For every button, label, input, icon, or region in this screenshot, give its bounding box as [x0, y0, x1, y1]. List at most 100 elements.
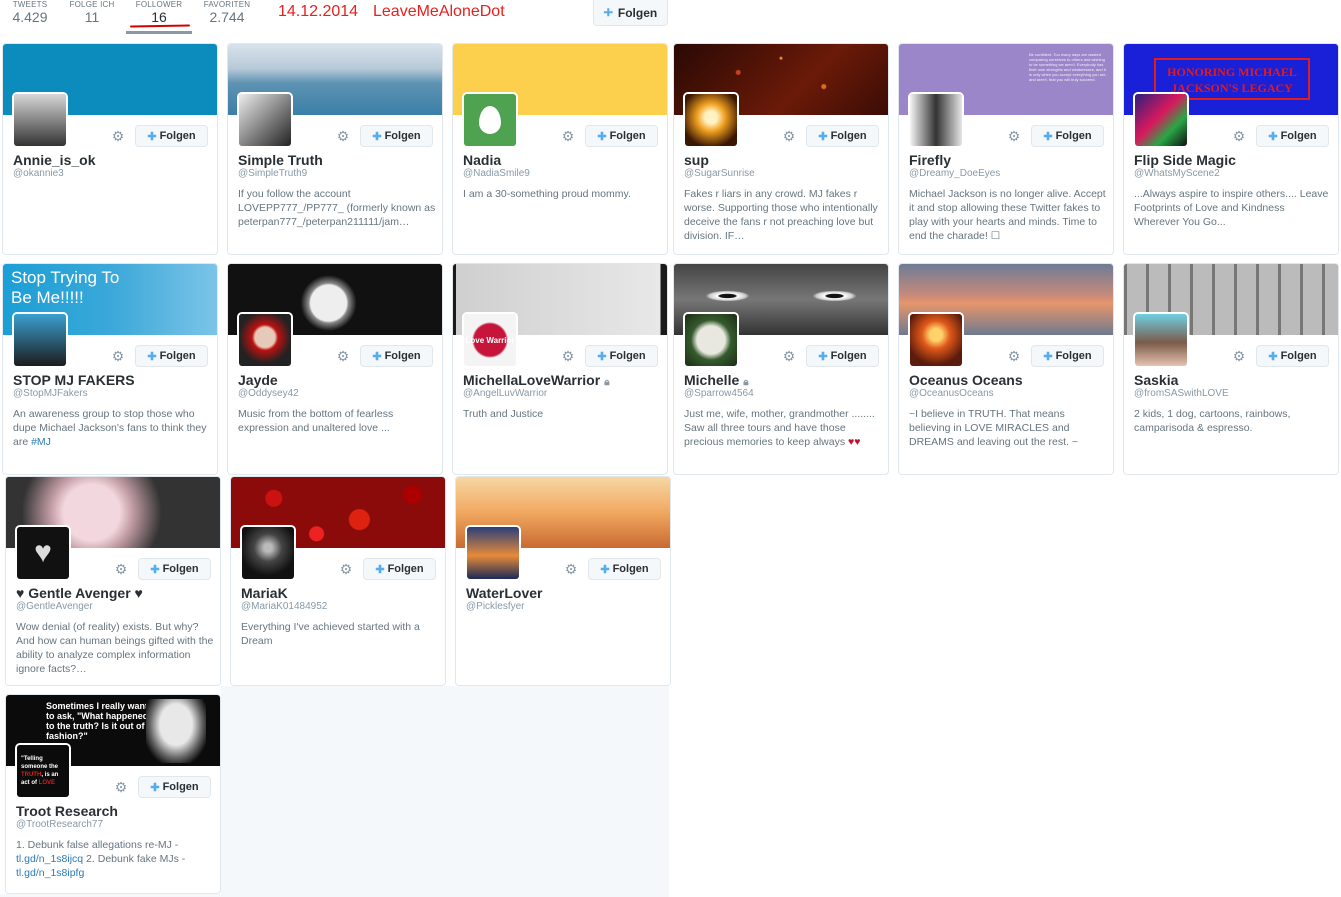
profile-handle[interactable]: @NadiaSmile9	[463, 168, 530, 179]
follow-button[interactable]: ✚ Folgen	[1031, 345, 1104, 367]
profile-name[interactable]: Simple Truth	[238, 152, 323, 168]
gear-icon[interactable]: ⚙	[1007, 349, 1021, 363]
avatar[interactable]	[465, 525, 521, 581]
profile-name[interactable]: Michelle 🔒︎	[684, 372, 749, 388]
profile-card[interactable]: ⚙ ✚ Folgen Nadia @NadiaSmile9 I am a 30-s…	[452, 43, 668, 255]
profile-handle[interactable]: @AngelLuvWarrior	[463, 388, 547, 399]
bio-link[interactable]: tl.gd/n_1s8ijcq	[16, 853, 83, 865]
avatar[interactable]	[240, 525, 296, 581]
profile-name[interactable]: sup	[684, 152, 709, 168]
gear-icon[interactable]: ⚙	[114, 562, 128, 576]
profile-name[interactable]: Firefly	[909, 152, 951, 168]
follow-button[interactable]: ✚ Folgen	[135, 345, 208, 367]
profile-name[interactable]: Flip Side Magic	[1134, 152, 1236, 168]
avatar[interactable]: ♥	[15, 525, 71, 581]
follow-button[interactable]: ✚ Folgen	[806, 125, 879, 147]
profile-name[interactable]: Annie_is_ok	[13, 152, 95, 168]
profile-handle[interactable]: @okannie3	[13, 168, 64, 179]
avatar[interactable]	[12, 92, 68, 148]
profile-handle[interactable]: @Oddysey42	[238, 388, 299, 399]
profile-card[interactable]: ⚙ ✚ Folgen Annie_is_ok @okannie3	[2, 43, 218, 255]
follow-button[interactable]: ✚ Folgen	[585, 125, 658, 147]
profile-handle[interactable]: @OceanusOceans	[909, 388, 994, 399]
follow-button[interactable]: ✚ Folgen	[138, 776, 211, 798]
profile-handle[interactable]: @MariaK01484952	[241, 601, 327, 612]
profile-handle[interactable]: @WhatsMyScene2	[1134, 168, 1220, 179]
profile-name[interactable]: Troot Research	[16, 803, 118, 819]
profile-name[interactable]: Oceanus Oceans	[909, 372, 1023, 388]
profile-follow-button[interactable]: ➕︎ Folgen	[593, 0, 668, 26]
bio-link[interactable]: tl.gd/n_1s8ipfg	[16, 867, 84, 879]
gear-icon[interactable]: ⚙	[114, 780, 128, 794]
follow-button[interactable]: ✚ Folgen	[1031, 125, 1104, 147]
avatar[interactable]	[683, 92, 739, 148]
profile-card[interactable]: ⚙ ✚ Folgen Saskia @fromSASwithLOVE 2 kids…	[1123, 263, 1339, 475]
follow-button[interactable]: ✚ Folgen	[363, 558, 436, 580]
profile-name[interactable]: ♥ Gentle Avenger ♥	[16, 585, 143, 601]
profile-card[interactable]: Be confident. Too many days are wasted c…	[898, 43, 1114, 255]
profile-handle[interactable]: @Dreamy_DoeEyes	[909, 168, 1000, 179]
follow-button[interactable]: ✚ Folgen	[138, 558, 211, 580]
profile-name[interactable]: Jayde	[238, 372, 278, 388]
follow-button[interactable]: ✚ Folgen	[1256, 125, 1329, 147]
avatar[interactable]	[237, 312, 293, 368]
gear-icon[interactable]: ⚙	[339, 562, 353, 576]
profile-name[interactable]: MariaK	[241, 585, 288, 601]
profile-handle[interactable]: @GentleAvenger	[16, 601, 93, 612]
avatar[interactable]	[462, 92, 518, 148]
avatar[interactable]	[908, 92, 964, 148]
gear-icon[interactable]: ⚙	[111, 129, 125, 143]
profile-handle[interactable]: @SugarSunrise	[684, 168, 755, 179]
profile-card[interactable]: Stop Trying To Be Me!!!!! ⚙ ✚ Folgen STOP…	[2, 263, 218, 475]
stat-following[interactable]: FOLGE ICH 11	[68, 0, 116, 25]
profile-card[interactable]: ⚙ ✚ Folgen Simple Truth @SimpleTruth9 If …	[227, 43, 443, 255]
profile-name[interactable]: STOP MJ FAKERS	[13, 372, 135, 388]
stat-followers[interactable]: FOLLOWER 16	[130, 0, 188, 25]
profile-name[interactable]: WaterLover	[466, 585, 543, 601]
gear-icon[interactable]: ⚙	[111, 349, 125, 363]
avatar[interactable]: "Telling someone the TRUTH, is an act of…	[15, 743, 71, 799]
follow-button[interactable]: ✚ Folgen	[1256, 345, 1329, 367]
gear-icon[interactable]: ⚙	[1232, 349, 1246, 363]
gear-icon[interactable]: ⚙	[782, 349, 796, 363]
follow-button[interactable]: ✚ Folgen	[806, 345, 879, 367]
profile-card[interactable]: ⚙ ✚ Folgen MariaK @MariaK01484952 Everyth…	[230, 476, 446, 686]
profile-card[interactable]: ⚙ ✚ Folgen WaterLover @Picklesfyer	[455, 476, 671, 686]
profile-card[interactable]: ♥ ⚙ ✚ Folgen ♥ Gentle Avenger ♥ @GentleAv…	[5, 476, 221, 686]
avatar[interactable]	[237, 92, 293, 148]
avatar[interactable]	[1133, 92, 1189, 148]
avatar[interactable]	[12, 312, 68, 368]
gear-icon[interactable]: ⚙	[1232, 129, 1246, 143]
stat-favorites[interactable]: FAVORITEN 2.744	[200, 0, 254, 25]
follow-button[interactable]: ✚ Folgen	[588, 558, 661, 580]
profile-handle[interactable]: @Picklesfyer	[466, 601, 525, 612]
profile-handle[interactable]: @Sparrow4564	[684, 388, 754, 399]
gear-icon[interactable]: ⚙	[561, 129, 575, 143]
profile-card[interactable]: HONORING MICHAEL JACKSON'S LEGACY ⚙ ✚ Fol…	[1123, 43, 1339, 255]
profile-card[interactable]: Love Warrior ⚙ ✚ Folgen MichellaLoveWarri…	[452, 263, 668, 475]
avatar[interactable]	[908, 312, 964, 368]
profile-name[interactable]: Nadia	[463, 152, 501, 168]
profile-name[interactable]: Saskia	[1134, 372, 1178, 388]
follow-button[interactable]: ✚ Folgen	[360, 345, 433, 367]
profile-card[interactable]: ⚙ ✚ Folgen Michelle 🔒︎ @Sparrow4564 Just m…	[673, 263, 889, 475]
stat-tweets[interactable]: TWEETS 4.429	[10, 0, 50, 25]
profile-handle[interactable]: @StopMJFakers	[13, 388, 88, 399]
gear-icon[interactable]: ⚙	[564, 562, 578, 576]
profile-handle[interactable]: @SimpleTruth9	[238, 168, 307, 179]
follow-button[interactable]: ✚ Folgen	[360, 125, 433, 147]
avatar[interactable]	[683, 312, 739, 368]
gear-icon[interactable]: ⚙	[782, 129, 796, 143]
profile-handle[interactable]: @fromSASwithLOVE	[1134, 388, 1229, 399]
profile-handle[interactable]: @TrootResearch77	[16, 819, 103, 830]
gear-icon[interactable]: ⚙	[561, 349, 575, 363]
gear-icon[interactable]: ⚙	[336, 129, 350, 143]
hashtag-link[interactable]: #MJ	[31, 436, 51, 448]
follow-button[interactable]: ✚ Folgen	[135, 125, 208, 147]
profile-card[interactable]: ⚙ ✚ Folgen sup @SugarSunrise Fakes r liar…	[673, 43, 889, 255]
follow-button[interactable]: ✚ Folgen	[585, 345, 658, 367]
avatar[interactable]: Love Warrior	[462, 312, 518, 368]
gear-icon[interactable]: ⚙	[1007, 129, 1021, 143]
profile-card[interactable]: ⚙ ✚ Folgen Jayde @Oddysey42 Music from th…	[227, 263, 443, 475]
profile-card[interactable]: ⚙ ✚ Folgen Oceanus Oceans @OceanusOceans …	[898, 263, 1114, 475]
